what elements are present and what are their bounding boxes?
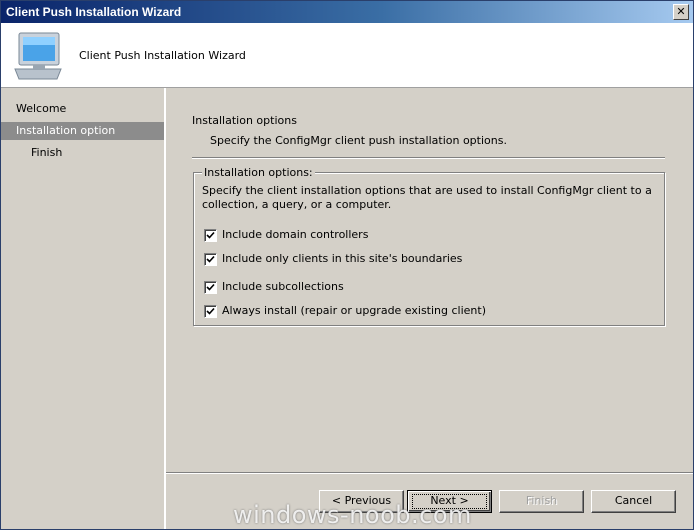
cancel-button-label: Cancel <box>614 494 653 507</box>
checkbox-label: Include domain controllers <box>222 228 369 241</box>
wizard-window: Client Push Installation Wizard ✕ Client… <box>0 0 694 530</box>
wizard-nav: Welcome Installation option Finish <box>1 88 166 529</box>
nav-item-welcome[interactable]: Welcome <box>1 100 164 118</box>
footer-divider <box>166 472 693 474</box>
close-icon: ✕ <box>676 5 686 18</box>
group-description: Specify the client installation options … <box>202 184 652 211</box>
header-divider <box>192 157 665 159</box>
checkbox-label: Always install (repair or upgrade existi… <box>222 304 487 317</box>
checkbox-box[interactable] <box>204 229 217 242</box>
computer-monitor-icon <box>14 32 62 80</box>
banner-title: Client Push Installation Wizard <box>79 49 246 62</box>
checkmark-icon <box>206 307 215 315</box>
checkbox-box[interactable] <box>204 253 217 266</box>
checkbox-label: Include only clients in this site's boun… <box>222 252 463 265</box>
close-button[interactable]: ✕ <box>673 4 689 20</box>
checkmark-icon <box>206 283 215 291</box>
nav-item-installation-option[interactable]: Installation option <box>1 122 164 140</box>
nav-item-label: Installation option <box>16 124 116 137</box>
page-subheading: Specify the ConfigMgr client push instal… <box>210 134 507 147</box>
window-title: Client Push Installation Wizard <box>6 5 182 19</box>
wizard-banner: Client Push Installation Wizard <box>1 23 693 88</box>
installation-options-group: Installation options: Specify the client… <box>193 166 665 326</box>
group-legend: Installation options: <box>202 166 315 179</box>
finish-button[interactable]: Finish <box>499 490 584 513</box>
nav-item-label: Finish <box>31 146 63 159</box>
cancel-button[interactable]: Cancel <box>591 490 676 513</box>
nav-item-label: Welcome <box>16 102 67 115</box>
checkbox-label: Include subcollections <box>222 280 344 293</box>
checkmark-icon <box>206 231 215 239</box>
finish-button-label: Finish <box>525 494 558 507</box>
checkbox-box[interactable] <box>204 281 217 294</box>
checkbox-box[interactable] <box>204 305 217 318</box>
checkmark-icon <box>206 255 215 263</box>
nav-item-finish[interactable]: Finish <box>1 144 164 162</box>
watermark: windows-noob.com <box>233 501 472 529</box>
wizard-content: Installation options Specify the ConfigM… <box>166 88 693 473</box>
title-bar[interactable]: Client Push Installation Wizard ✕ <box>1 1 693 23</box>
page-heading: Installation options <box>192 114 297 127</box>
